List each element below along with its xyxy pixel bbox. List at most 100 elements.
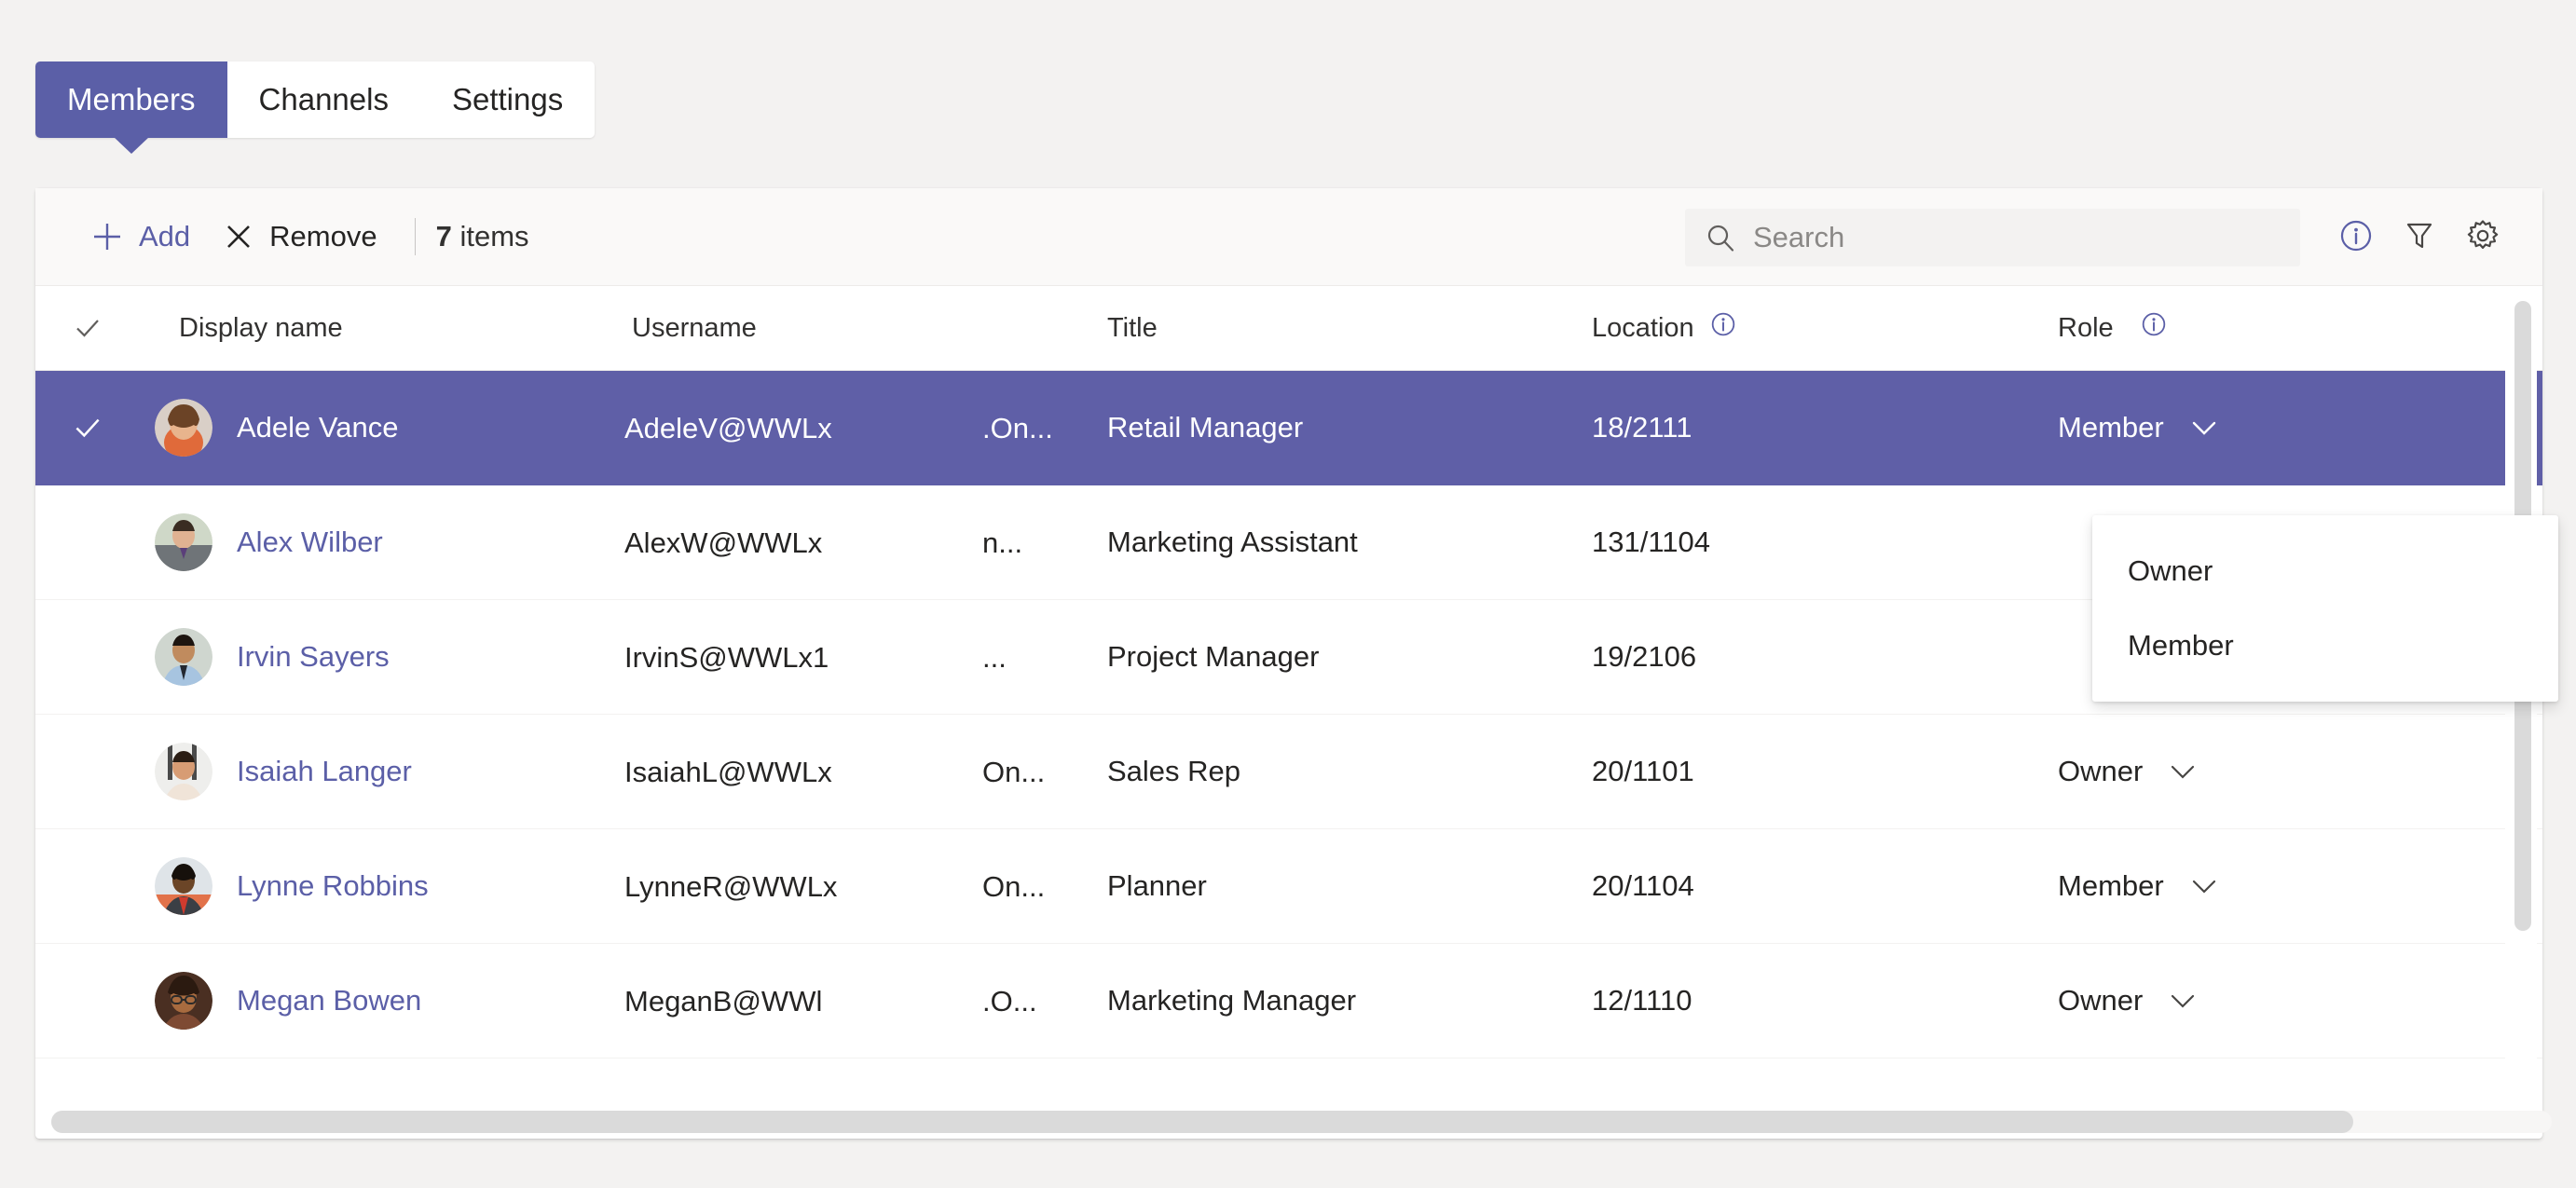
add-button[interactable]: Add: [75, 206, 207, 267]
cell-role[interactable]: Owner: [2050, 755, 2442, 788]
display-name-link[interactable]: Adele Vance: [237, 411, 399, 444]
username-overflow: .On...: [982, 411, 1053, 444]
cell-role[interactable]: Owner: [2050, 984, 2442, 1017]
tab-members-label: Members: [67, 82, 196, 116]
role-dropdown-menu: Owner Member: [2092, 515, 2558, 702]
tab-settings-label: Settings: [451, 82, 564, 116]
username-text: MeganB@WWl: [624, 984, 823, 1017]
cell-display-name: Adele Vance: [140, 399, 624, 457]
item-count-label: items: [459, 220, 529, 253]
tab-channels-label: Channels: [258, 82, 389, 116]
username-overflow: ...: [982, 640, 1007, 674]
add-button-label: Add: [139, 220, 191, 253]
username-text: AlexW@WWLx: [624, 526, 823, 559]
chevron-down-icon[interactable]: [2167, 756, 2199, 787]
cell-role[interactable]: Member: [2050, 411, 2442, 444]
info-button[interactable]: [2324, 206, 2388, 269]
settings-button[interactable]: [2451, 206, 2514, 269]
horizontal-scrollbar-thumb[interactable]: [51, 1111, 2353, 1133]
filter-icon: [2400, 216, 2439, 258]
cell-title: Marketing Assistant: [1107, 526, 1358, 558]
command-bar-right: [1685, 188, 2514, 286]
display-name-link[interactable]: Megan Bowen: [237, 984, 421, 1017]
search-input[interactable]: [1753, 220, 2281, 254]
tab-members[interactable]: Members: [35, 61, 227, 138]
tab-settings[interactable]: Settings: [420, 61, 595, 138]
gear-icon: [2462, 215, 2503, 259]
cross-icon: [224, 222, 253, 252]
username-overflow: On...: [982, 755, 1046, 788]
username-overflow: On...: [982, 869, 1046, 903]
username-text: IsaiahL@WWLx: [624, 755, 832, 788]
cell-username: AdeleV@WWLx .On...: [624, 410, 1100, 445]
cell-title: Sales Rep: [1107, 755, 1241, 787]
cell-username: MeganB@WWl .O...: [624, 983, 1100, 1018]
column-header-title[interactable]: Title: [1100, 313, 1584, 344]
tab-channels[interactable]: Channels: [227, 61, 420, 138]
cell-username: IrvinS@WWLx1...: [624, 639, 1100, 675]
filter-button[interactable]: [2388, 206, 2451, 269]
column-header-username[interactable]: Username: [624, 313, 1100, 344]
info-icon: [2138, 308, 2170, 348]
cell-location: 20/1101: [1592, 755, 1694, 787]
avatar: [155, 399, 212, 457]
display-name-link[interactable]: Lynne Robbins: [237, 869, 429, 903]
avatar: [155, 857, 212, 915]
chevron-down-icon[interactable]: [2188, 870, 2220, 902]
cell-display-name: Isaiah Langer: [140, 743, 624, 800]
table-row[interactable]: Megan Bowen MeganB@WWl .O... Marketing Ma…: [35, 944, 2542, 1058]
cell-location: 131/1104: [1592, 526, 1710, 558]
display-name-link[interactable]: Isaiah Langer: [237, 755, 412, 788]
search-icon: [1705, 222, 1736, 253]
column-header-display-name[interactable]: Display name: [140, 313, 624, 344]
select-all-checkbox[interactable]: [35, 311, 140, 345]
cell-username: AlexW@WWLx n...: [624, 525, 1100, 560]
role-option-member[interactable]: Member: [2092, 608, 2558, 683]
avatar: [155, 743, 212, 800]
cell-display-name: Megan Bowen: [140, 972, 624, 1030]
cell-location: 12/1110: [1592, 984, 1692, 1017]
tab-strip: Members Channels Settings: [35, 61, 596, 138]
cell-username: LynneR@WWLx On...: [624, 868, 1100, 904]
chevron-down-icon[interactable]: [2167, 985, 2199, 1017]
username-overflow: .O...: [982, 984, 1037, 1017]
cell-location: 19/2106: [1592, 640, 1697, 673]
checkmark-icon: [75, 418, 100, 438]
display-name-link[interactable]: Alex Wilber: [237, 526, 383, 559]
table-row[interactable]: Adele Vance AdeleV@WWLx .On... Retail Man…: [35, 371, 2542, 485]
remove-button-label: Remove: [269, 220, 377, 253]
cell-display-name: Irvin Sayers: [140, 628, 624, 686]
toolbar-divider: [414, 218, 416, 255]
avatar: [155, 972, 212, 1030]
info-icon: [2336, 216, 2376, 258]
cell-location: 20/1104: [1592, 869, 1694, 902]
display-name-link[interactable]: Irvin Sayers: [237, 640, 390, 674]
cell-display-name: Lynne Robbins: [140, 857, 624, 915]
members-table: Display name Username Title Location Rol…: [35, 286, 2542, 1139]
username-text: IrvinS@WWLx1: [624, 640, 829, 674]
avatar: [155, 628, 212, 686]
column-header-role[interactable]: Role: [2050, 308, 2442, 348]
info-icon: [1707, 308, 1739, 348]
cell-display-name: Alex Wilber: [140, 513, 624, 571]
cell-location: 18/2111: [1592, 411, 1692, 444]
column-header-location[interactable]: Location: [1584, 308, 2050, 348]
plus-icon: [91, 221, 123, 253]
table-row[interactable]: Lynne Robbins LynneR@WWLx On... Planner 2…: [35, 829, 2542, 944]
cell-title: Planner: [1107, 869, 1207, 902]
cell-role[interactable]: Member: [2050, 869, 2442, 903]
username-text: AdeleV@WWLx: [624, 411, 832, 444]
role-value: Owner: [2058, 755, 2144, 787]
command-bar: Add Remove 7 items: [35, 188, 2542, 286]
role-option-owner[interactable]: Owner: [2092, 534, 2558, 608]
search-box[interactable]: [1685, 208, 2300, 266]
chevron-down-icon[interactable]: [2188, 412, 2220, 444]
table-row[interactable]: Isaiah Langer IsaiahL@WWLx On... Sales Re…: [35, 715, 2542, 829]
cell-username: IsaiahL@WWLx On...: [624, 754, 1100, 789]
item-count: 7 items: [436, 220, 529, 253]
avatar: [155, 513, 212, 571]
username-overflow: n...: [982, 526, 1023, 559]
cell-title: Marketing Manager: [1107, 984, 1357, 1017]
remove-button[interactable]: Remove: [207, 206, 393, 267]
row-checkbox[interactable]: [35, 410, 140, 445]
